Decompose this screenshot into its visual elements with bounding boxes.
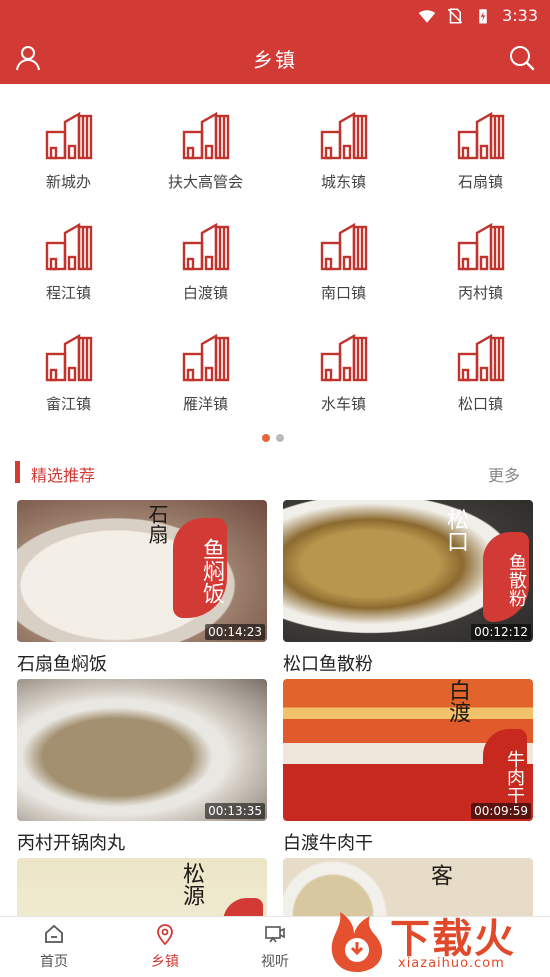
building-icon <box>182 112 230 160</box>
section-header: 精选推荐 更多 <box>0 458 550 488</box>
town-label: 石扇镇 <box>457 173 503 191</box>
video-card[interactable]: 00:13:35 丙村开锅肉丸 <box>17 679 267 855</box>
building-icon <box>320 334 368 382</box>
town-item[interactable]: 新城办 <box>0 84 137 195</box>
tab-label: 首页 <box>40 954 68 970</box>
town-label: 松口镇 <box>457 395 503 413</box>
video-card[interactable]: 白渡 牛肉干 00:09:59 白渡牛肉干 <box>283 679 533 855</box>
video-thumbnail[interactable]: 白渡 牛肉干 00:09:59 <box>283 679 533 821</box>
video-thumbnail[interactable]: 00:13:35 <box>17 679 267 821</box>
pager-dots <box>262 434 284 442</box>
thumbnail-ink-text: 白渡 <box>445 679 470 723</box>
tab-towns[interactable]: 乡镇 <box>135 923 195 971</box>
building-icon <box>457 223 505 271</box>
building-icon <box>182 334 230 382</box>
thumbnail-tag: 鱼焖饭 <box>173 518 227 618</box>
pager-dot[interactable] <box>276 434 284 442</box>
video-duration: 00:13:35 <box>205 803 265 819</box>
thumbnail-ink-text: 客 <box>427 864 452 886</box>
tab-label: 视听 <box>261 954 289 970</box>
thumbnail-ink-text: 松口 <box>443 508 468 552</box>
town-item[interactable]: 城东镇 <box>275 84 412 195</box>
tab-home[interactable]: 首页 <box>24 923 84 971</box>
town-item[interactable]: 丙村镇 <box>412 195 549 306</box>
town-item[interactable]: 扶大高管会 <box>137 84 274 195</box>
town-label: 城东镇 <box>320 173 366 191</box>
thumbnail-ink-text: 松源 <box>179 862 204 906</box>
video-card[interactable]: 石扇 鱼焖饭 00:14:23 石扇鱼焖饭 <box>17 500 267 676</box>
section-title: 精选推荐 <box>31 466 96 485</box>
video-duration: 00:12:12 <box>471 624 531 640</box>
video-title: 白渡牛肉干 <box>283 833 373 854</box>
video-duration: 00:09:59 <box>471 803 531 819</box>
town-grid: 新城办 扶大高管会 城东镇 石扇镇 程江镇 白渡镇 南口镇 丙村镇 畲江镇 雁洋… <box>0 84 550 424</box>
video-thumbnail[interactable]: 松口 鱼散粉 00:12:12 <box>283 500 533 642</box>
town-label: 丙村镇 <box>457 284 503 302</box>
town-label: 新城办 <box>45 173 91 191</box>
town-label: 扶大高管会 <box>167 173 243 191</box>
page-title: 乡镇 <box>253 48 297 72</box>
more-link[interactable]: 更多 <box>488 462 520 486</box>
app-bar: 乡镇 <box>0 32 550 84</box>
building-icon <box>320 112 368 160</box>
video-title: 松口鱼散粉 <box>283 654 373 675</box>
town-item[interactable]: 雁洋镇 <box>137 306 274 417</box>
town-item[interactable]: 白渡镇 <box>137 195 274 306</box>
search-icon[interactable] <box>508 44 536 72</box>
pager-dot-active[interactable] <box>262 434 270 442</box>
status-icons: 3:33 <box>418 6 538 25</box>
location-pin-icon <box>157 924 173 945</box>
building-icon <box>457 334 505 382</box>
town-item[interactable]: 松口镇 <box>412 306 549 417</box>
building-icon <box>45 334 93 382</box>
video-thumbnail[interactable]: 石扇 鱼焖饭 00:14:23 <box>17 500 267 642</box>
home-icon <box>45 924 63 943</box>
town-label: 程江镇 <box>45 284 91 302</box>
town-item[interactable]: 畲江镇 <box>0 306 137 417</box>
wifi-icon <box>418 9 436 23</box>
town-item[interactable]: 水车镇 <box>275 306 412 417</box>
thumbnail-ink-text: 石扇 <box>145 504 169 544</box>
no-sim-icon <box>447 8 463 23</box>
video-icon <box>265 926 285 943</box>
town-label: 水车镇 <box>320 395 366 413</box>
status-time: 3:33 <box>502 6 538 25</box>
thumbnail-tag: 鱼散粉 <box>483 532 529 622</box>
town-item[interactable]: 石扇镇 <box>412 84 549 195</box>
building-icon <box>320 223 368 271</box>
tab-label: 乡镇 <box>151 954 179 970</box>
video-title: 石扇鱼焖饭 <box>17 654 107 675</box>
building-icon <box>182 223 230 271</box>
town-label: 白渡镇 <box>182 284 228 302</box>
video-title: 丙村开锅肉丸 <box>17 833 125 854</box>
town-label: 南口镇 <box>320 284 366 302</box>
status-bar: 3:33 <box>0 0 550 32</box>
flame-logo-icon <box>331 912 383 972</box>
town-label: 雁洋镇 <box>182 395 228 413</box>
town-item[interactable]: 程江镇 <box>0 195 137 306</box>
town-item[interactable]: 南口镇 <box>275 195 412 306</box>
town-label: 畲江镇 <box>45 395 91 413</box>
watermark-url: xiazaihuo.com <box>398 956 505 971</box>
watermark: 下载火 xiazaihuo.com <box>318 904 550 977</box>
building-icon <box>45 112 93 160</box>
tab-media[interactable]: 视听 <box>245 923 305 971</box>
video-duration: 00:14:23 <box>205 624 265 640</box>
video-card[interactable]: 松口 鱼散粉 00:12:12 松口鱼散粉 <box>283 500 533 676</box>
battery-charging-icon <box>479 8 487 23</box>
building-icon <box>457 112 505 160</box>
building-icon <box>45 223 93 271</box>
section-accent-bar <box>15 461 20 483</box>
